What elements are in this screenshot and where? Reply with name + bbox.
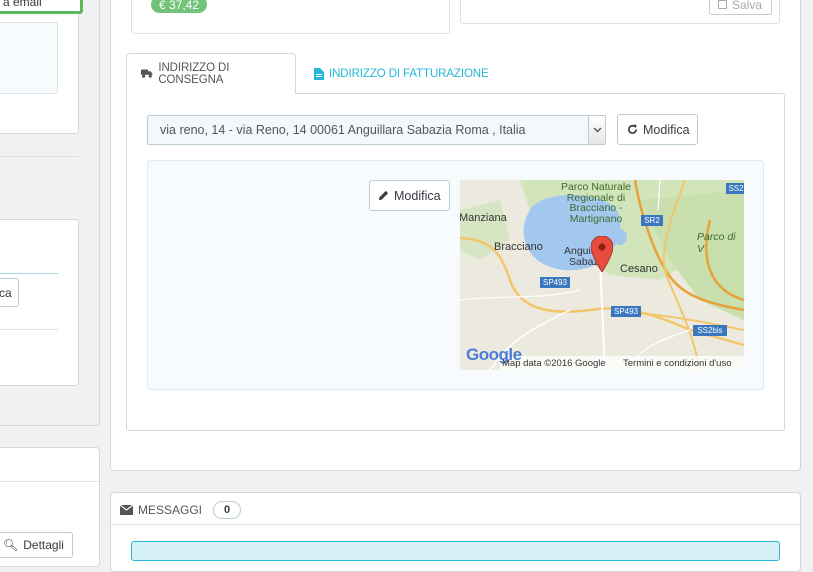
tab-billing-address-label: INDIRIZZO DI FATTURAZIONE bbox=[329, 67, 489, 80]
road-shield-sp493-a: SP493 bbox=[542, 278, 568, 287]
road-shield-sr2: SR2 bbox=[644, 216, 660, 225]
edit-address-button-label: Modifica bbox=[394, 188, 441, 203]
edit-address-button[interactable]: Modifica bbox=[369, 180, 450, 211]
save-button-label: Salva bbox=[732, 0, 763, 12]
messages-divider bbox=[111, 524, 800, 525]
refresh-icon bbox=[628, 124, 637, 134]
messages-header: MESSAGGI 0 bbox=[120, 501, 242, 519]
address-map[interactable]: Parco Naturale Regionale di Bracciano - … bbox=[460, 180, 744, 370]
map-terms-link[interactable]: Termini e condizioni d'uso bbox=[623, 358, 731, 369]
envelope-icon bbox=[120, 505, 133, 515]
price-badge-value: € 37,42 bbox=[158, 0, 200, 12]
left-divider-4 bbox=[0, 481, 99, 482]
address-select-value: via reno, 14 - via Reno, 14 00061 Anguil… bbox=[160, 123, 526, 137]
map-label-bracciano: Bracciano bbox=[494, 241, 543, 253]
search-icon: 🔍︎ bbox=[3, 538, 19, 552]
address-select[interactable]: via reno, 14 - via Reno, 14 00061 Anguil… bbox=[147, 115, 606, 145]
truck-icon bbox=[141, 69, 153, 78]
map-label-park-line4: Martignano bbox=[569, 212, 623, 225]
map-attribution: Map data ©2016 Google bbox=[502, 358, 606, 369]
chevron-down-icon bbox=[592, 127, 602, 133]
messages-title: MESSAGGI bbox=[138, 503, 203, 517]
change-address-button-label: Modifica bbox=[643, 122, 690, 137]
price-badge: € 37,42 bbox=[151, 0, 207, 13]
map-label-park-line3: Bracciano - bbox=[569, 202, 623, 214]
road-shield-sp493-b: SP493 bbox=[613, 307, 639, 316]
save-icon bbox=[718, 0, 727, 9]
map-label-manziana: Manziana bbox=[460, 212, 507, 224]
pencil-icon bbox=[378, 190, 389, 201]
file-icon bbox=[314, 67, 324, 80]
messages-alert-box bbox=[131, 541, 780, 561]
map-label-park-line1: Parco Naturale bbox=[560, 181, 632, 193]
tab-shipping-address[interactable]: INDIRIZZO DI CONSEGNA bbox=[126, 53, 296, 94]
change-address-button[interactable]: Modifica bbox=[617, 114, 698, 145]
details-button[interactable]: 🔍︎ Dettagli bbox=[0, 532, 73, 558]
tab-shipping-address-label: INDIRIZZO DI CONSEGNA bbox=[158, 61, 230, 86]
select-arrow[interactable] bbox=[588, 116, 605, 144]
road-shield-ss2bis: SS2bis bbox=[697, 326, 723, 335]
road-shield-ss2: SS2 bbox=[728, 184, 744, 193]
map-marker-icon[interactable] bbox=[591, 236, 613, 272]
map-label-cesano: Cesano bbox=[620, 263, 658, 275]
map-label-park: Parco Naturale Regionale di Bracciano - … bbox=[558, 182, 634, 224]
left-panel-outer bbox=[0, 0, 100, 426]
tab-billing-address[interactable]: INDIRIZZO DI FATTURAZIONE bbox=[314, 53, 489, 94]
map-label-parco-v: Parco di V bbox=[697, 231, 736, 255]
details-button-label: Dettagli bbox=[23, 538, 64, 552]
save-button[interactable]: Salva bbox=[709, 0, 772, 15]
messages-count-badge: 0 bbox=[213, 501, 242, 519]
